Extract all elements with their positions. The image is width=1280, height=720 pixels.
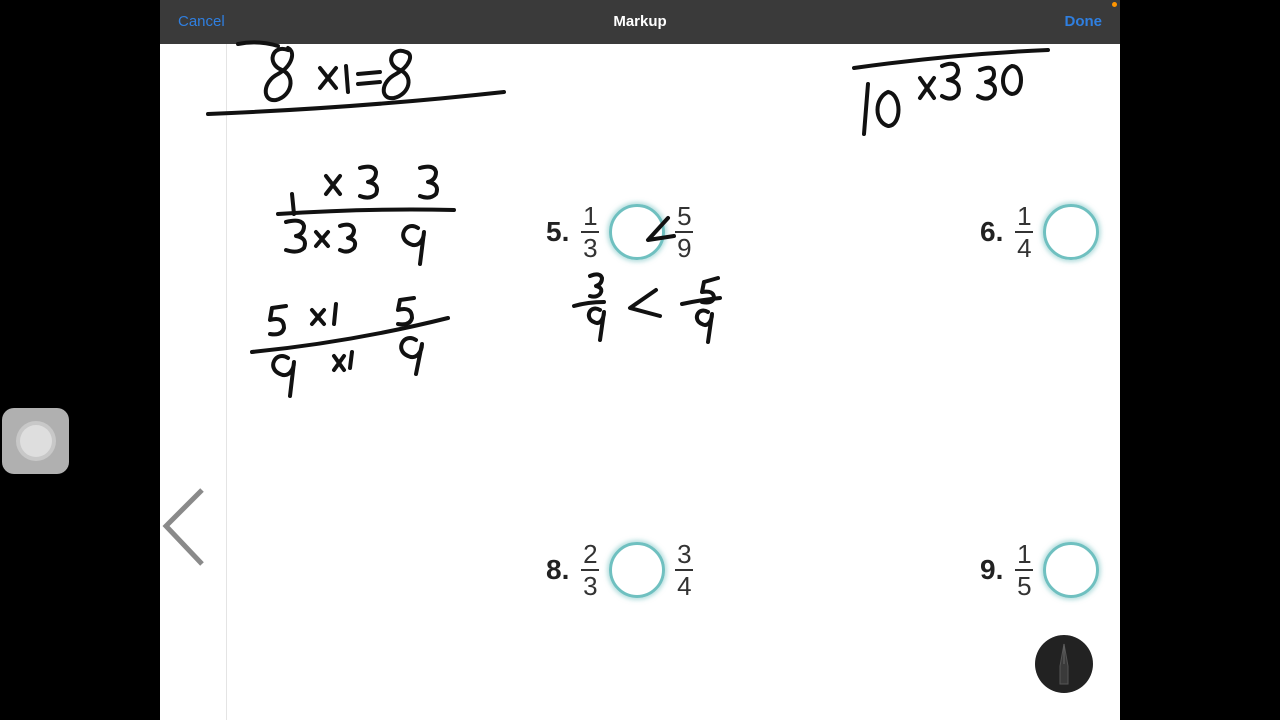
ink-stroke [310, 308, 326, 326]
ink-stroke [271, 354, 296, 398]
ink-stroke [399, 336, 424, 376]
markup-screen: Cancel Markup Done 5. 1 3 5 9 6. 1 4 8. [160, 0, 1120, 720]
ink-stroke [284, 218, 307, 254]
ink-stroke [381, 48, 413, 101]
ink-stroke [332, 354, 346, 372]
ink-stroke [940, 61, 961, 101]
pen-tool-button[interactable] [1035, 635, 1093, 693]
ink-stroke [358, 164, 379, 200]
ink-stroke [263, 46, 295, 103]
ink-stroke [344, 64, 350, 94]
ink-stroke [206, 90, 506, 116]
ink-stroke [401, 224, 426, 266]
ink-stroke [332, 302, 338, 326]
ink-stroke [396, 296, 416, 327]
ink-stroke [268, 304, 288, 337]
ink-stroke [324, 174, 342, 196]
ink-stroke [338, 222, 358, 254]
ink-stroke [236, 40, 280, 48]
ink-stroke [290, 192, 296, 216]
ink-stroke [318, 66, 338, 90]
ink-stroke [918, 76, 936, 100]
ink-stroke [418, 164, 439, 200]
ink-stroke [588, 272, 604, 299]
ink-stroke [356, 70, 382, 86]
back-chevron-icon[interactable] [162, 488, 206, 573]
ink-stroke [276, 207, 456, 216]
pen-icon [1059, 643, 1069, 685]
ink-stroke [1001, 64, 1023, 96]
handwriting-ink [206, 40, 1050, 398]
ink-stroke [862, 82, 870, 136]
ink-stroke [586, 306, 606, 342]
ink-stroke [348, 350, 354, 370]
back-chevron-svg [162, 488, 204, 566]
ink-stroke [875, 90, 901, 128]
assistive-touch-icon [20, 425, 52, 457]
status-indicator [1112, 2, 1117, 7]
ink-stroke [628, 288, 662, 318]
assistive-touch-button[interactable] [2, 408, 69, 474]
ink-stroke [976, 65, 997, 101]
ink-stroke [694, 308, 714, 344]
ink-stroke [646, 216, 676, 242]
ink-stroke [572, 300, 606, 308]
ink-stroke [314, 230, 330, 248]
